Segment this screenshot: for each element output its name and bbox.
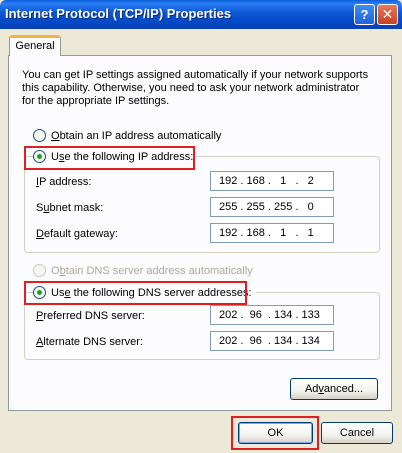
subnet-mask-label: Subnet mask: — [36, 202, 104, 214]
obtain-dns-auto-label: Obtain DNS server address automatically — [51, 264, 253, 277]
obtain-dns-auto-radio — [33, 264, 46, 277]
ip-address-field[interactable]: 192 . 168 . 1 . 2 — [210, 171, 334, 191]
tab-general[interactable]: General — [9, 35, 61, 56]
window-title: Internet Protocol (TCP/IP) Properties — [5, 6, 232, 21]
help-icon: ? — [360, 7, 369, 22]
alternate-dns-label: Alternate DNS server: — [36, 336, 143, 348]
close-icon: ✕ — [381, 6, 394, 22]
obtain-dns-auto-option: Obtain DNS server address automatically — [33, 264, 253, 277]
obtain-ip-auto-option[interactable]: Obtain an IP address automatically — [33, 129, 221, 142]
preferred-dns-label: Preferred DNS server: — [36, 310, 145, 322]
title-bar[interactable]: Internet Protocol (TCP/IP) Properties ? … — [0, 0, 402, 29]
description-text: You can get IP settings assigned automat… — [22, 69, 369, 107]
properties-dialog: Internet Protocol (TCP/IP) Properties ? … — [0, 0, 402, 453]
tab-general-label: General — [15, 40, 55, 52]
cancel-button[interactable]: Cancel — [321, 422, 393, 444]
help-button[interactable]: ? — [354, 4, 375, 25]
subnet-mask-field[interactable]: 255 . 255 . 255 . 0 — [210, 197, 334, 217]
ip-option-highlight — [24, 146, 195, 170]
preferred-dns-field[interactable]: 202 . 96 . 134 . 133 — [210, 305, 334, 325]
obtain-ip-auto-label: Obtain an IP address automatically — [51, 129, 222, 142]
obtain-ip-auto-radio[interactable] — [33, 129, 46, 142]
default-gateway-field[interactable]: 192 . 168 . 1 . 1 — [210, 223, 334, 243]
ok-button-highlight — [231, 416, 319, 450]
close-button[interactable]: ✕ — [377, 4, 398, 25]
dns-option-highlight — [24, 281, 247, 305]
alternate-dns-field[interactable]: 202 . 96 . 134 . 134 — [210, 331, 334, 351]
advanced-button[interactable]: Advanced... — [290, 378, 378, 400]
default-gateway-label: Default gateway: — [36, 228, 118, 240]
ip-address-label: IP address: — [36, 176, 92, 188]
